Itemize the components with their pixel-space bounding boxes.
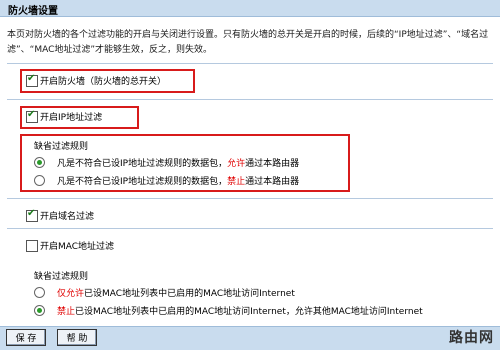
ip-rule-deny-post: 通过本路由器	[245, 177, 300, 187]
page-title: 防火墙设置	[8, 6, 58, 17]
firewall-checkbox[interactable]	[26, 73, 38, 87]
ip-filter-label: 开启IP地址过滤	[40, 113, 103, 123]
ip-default-rule-title: 缺省过滤规则	[34, 142, 89, 152]
ip-rule-allow-radio[interactable]	[34, 157, 45, 168]
divider	[7, 198, 493, 199]
ip-rule-allow-highlight: 允许	[227, 159, 246, 169]
intro-text: 本页对防火墙的各个过滤功能的开启与关闭进行设置。只有防火墙的总开关是开启的时候，…	[7, 30, 489, 55]
mac-rule-deny-text: 已设MAC地址列表中已启用的MAC地址访问Internet，允许其他MAC地址访…	[75, 307, 423, 317]
divider	[7, 228, 493, 229]
watermark-logo: 路由网	[449, 330, 494, 346]
mac-default-rule-title: 缺省过滤规则	[34, 272, 89, 282]
firewall-label: 开启防火墙（防火墙的总开关）	[40, 77, 167, 87]
ip-rule-allow-pre: 凡是不符合已设IP地址过滤规则的数据包，	[57, 159, 228, 169]
ip-filter-row[interactable]: 开启IP地址过滤	[26, 109, 103, 123]
mac-rule-allow-only[interactable]: 仅允许 已设MAC地址列表中已启用的MAC地址访问Internet	[34, 286, 295, 299]
mac-rule-deny[interactable]: 禁止 已设MAC地址列表中已启用的MAC地址访问Internet，允许其他MAC地…	[34, 304, 423, 317]
help-button[interactable]: 帮 助	[57, 329, 97, 346]
ip-rule-deny-pre: 凡是不符合已设IP地址过滤规则的数据包，	[57, 177, 228, 187]
mac-rule-allow-only-radio[interactable]	[34, 287, 45, 298]
divider	[7, 99, 493, 100]
ip-filter-checkbox[interactable]	[26, 109, 38, 123]
domain-filter-label: 开启域名过滤	[40, 212, 95, 222]
ip-rule-deny-radio[interactable]	[34, 175, 45, 186]
mac-filter-checkbox[interactable]	[26, 239, 38, 252]
title-bar: 防火墙设置	[0, 0, 500, 17]
mac-rule-allow-only-highlight: 仅允许	[57, 289, 85, 299]
mac-rule-deny-radio[interactable]	[34, 305, 45, 316]
ip-rule-deny[interactable]: 凡是不符合已设IP地址过滤规则的数据包， 禁止 通过本路由器	[34, 174, 299, 187]
ip-rule-allow[interactable]: 凡是不符合已设IP地址过滤规则的数据包， 允许 通过本路由器	[34, 156, 299, 169]
save-button[interactable]: 保 存	[6, 329, 46, 346]
ip-rule-allow-post: 通过本路由器	[245, 159, 300, 169]
mac-filter-label: 开启MAC地址过滤	[40, 242, 115, 252]
domain-filter-checkbox[interactable]	[26, 208, 38, 222]
divider	[7, 63, 493, 64]
ip-rule-deny-highlight: 禁止	[227, 177, 246, 187]
mac-rule-allow-only-text: 已设MAC地址列表中已启用的MAC地址访问Internet	[84, 289, 295, 299]
firewall-row[interactable]: 开启防火墙（防火墙的总开关）	[26, 73, 167, 87]
mac-filter-row[interactable]: 开启MAC地址过滤	[26, 239, 114, 252]
domain-filter-row[interactable]: 开启域名过滤	[26, 208, 95, 222]
mac-rule-deny-highlight: 禁止	[57, 307, 76, 317]
